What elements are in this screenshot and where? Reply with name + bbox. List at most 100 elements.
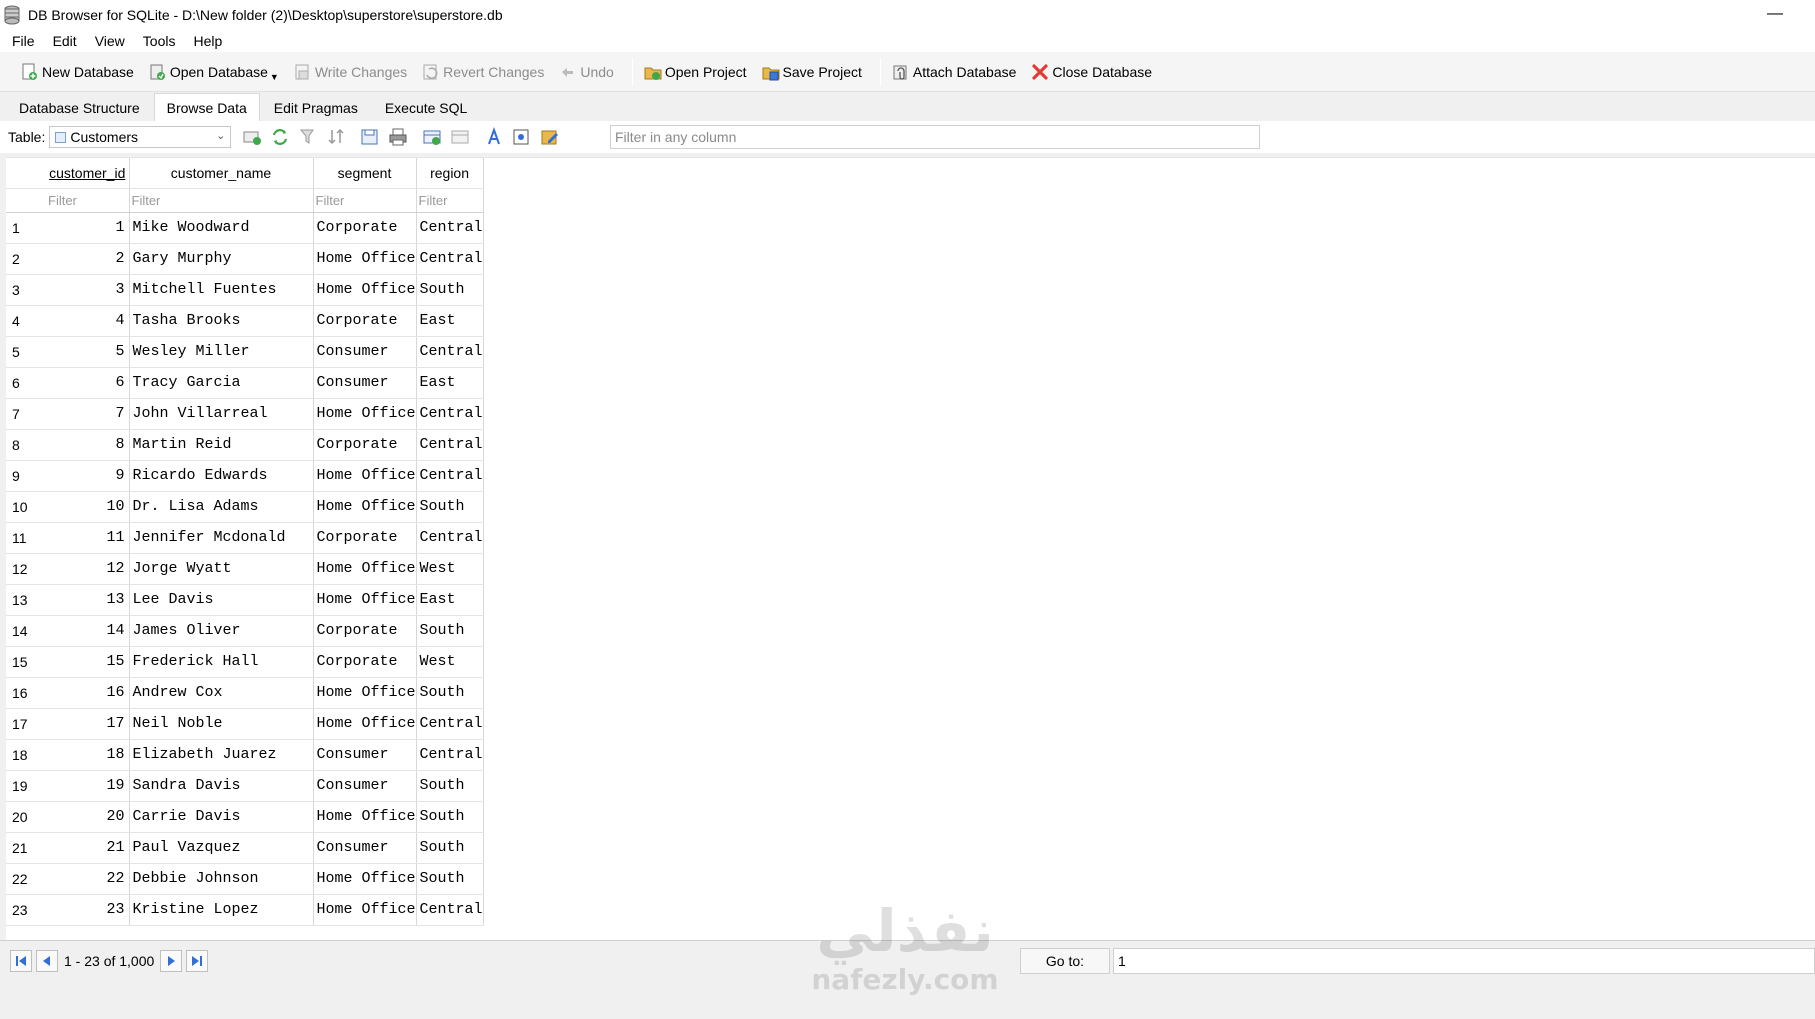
next-record-icon[interactable] — [160, 949, 183, 972]
cell-region[interactable]: South — [416, 491, 484, 523]
edit-display-format-icon[interactable] — [539, 126, 561, 148]
cell-segment[interactable]: Home Office — [313, 491, 417, 523]
cell-region[interactable]: Central — [416, 336, 484, 368]
cell-customer-name[interactable]: Kristine Lopez — [129, 894, 314, 926]
minimize-button[interactable]: — — [1765, 4, 1785, 24]
cell-region[interactable]: South — [416, 801, 484, 833]
close-database-button[interactable]: Close Database — [1028, 58, 1160, 86]
cell-region[interactable]: Central — [416, 398, 484, 430]
cell-region[interactable]: East — [416, 367, 484, 399]
cell-customer-id[interactable]: 1 — [46, 212, 130, 244]
write-changes-button[interactable]: Write Changes — [291, 58, 415, 86]
attach-database-button[interactable]: Attach Database — [889, 58, 1025, 86]
table-row[interactable]: 1 1 Mike Woodward Corporate Central — [6, 212, 484, 244]
cell-customer-id[interactable]: 22 — [46, 863, 130, 895]
table-row[interactable]: 2 2 Gary Murphy Home Office Central — [6, 243, 484, 275]
menu-tools[interactable]: Tools — [134, 33, 185, 49]
goto-button[interactable]: Go to: — [1020, 948, 1110, 974]
cell-customer-name[interactable]: Jennifer Mcdonald — [129, 522, 314, 554]
table-row[interactable]: 14 14 James Oliver Corporate South — [6, 615, 484, 647]
tab-browse-data[interactable]: Browse Data — [153, 93, 260, 121]
row-number[interactable]: 8 — [6, 429, 46, 461]
cell-segment[interactable]: Home Office — [313, 863, 417, 895]
cell-region[interactable]: Central — [416, 429, 484, 461]
row-number[interactable]: 1 — [6, 212, 46, 244]
goto-input[interactable] — [1113, 948, 1815, 974]
cell-customer-name[interactable]: Dr. Lisa Adams — [129, 491, 314, 523]
previous-record-icon[interactable] — [36, 949, 58, 972]
refresh-table-icon[interactable] — [241, 126, 263, 148]
table-row[interactable]: 23 23 Kristine Lopez Home Office Central — [6, 894, 484, 926]
table-row[interactable]: 12 12 Jorge Wyatt Home Office West — [6, 553, 484, 585]
filter-segment[interactable] — [313, 189, 416, 211]
cell-customer-name[interactable]: Sandra Davis — [129, 770, 314, 802]
table-row[interactable]: 20 20 Carrie Davis Home Office South — [6, 801, 484, 833]
cell-customer-id[interactable]: 13 — [46, 584, 130, 616]
cell-region[interactable]: Central — [416, 460, 484, 492]
cell-segment[interactable]: Home Office — [313, 801, 417, 833]
row-number[interactable]: 7 — [6, 398, 46, 430]
column-header-region[interactable]: region — [416, 158, 484, 189]
cell-region[interactable]: South — [416, 770, 484, 802]
cell-customer-name[interactable]: Mike Woodward — [129, 212, 314, 244]
cell-segment[interactable]: Corporate — [313, 305, 417, 337]
cell-segment[interactable]: Corporate — [313, 522, 417, 554]
cell-segment[interactable]: Corporate — [313, 646, 417, 678]
cell-customer-name[interactable]: Neil Noble — [129, 708, 314, 740]
table-row[interactable]: 21 21 Paul Vazquez Consumer South — [6, 832, 484, 864]
delete-record-icon[interactable] — [449, 126, 471, 148]
save-project-button[interactable]: Save Project — [759, 58, 870, 86]
cell-segment[interactable]: Corporate — [313, 615, 417, 647]
cell-customer-id[interactable]: 12 — [46, 553, 130, 585]
cell-customer-id[interactable]: 17 — [46, 708, 130, 740]
cell-region[interactable]: East — [416, 305, 484, 337]
menu-edit[interactable]: Edit — [44, 33, 86, 49]
cell-region[interactable]: South — [416, 615, 484, 647]
table-row[interactable]: 18 18 Elizabeth Juarez Consumer Central — [6, 739, 484, 771]
open-project-button[interactable]: Open Project — [641, 58, 755, 86]
row-number[interactable]: 18 — [6, 739, 46, 771]
row-number[interactable]: 13 — [6, 584, 46, 616]
cell-segment[interactable]: Home Office — [313, 894, 417, 926]
menu-view[interactable]: View — [86, 33, 134, 49]
cell-segment[interactable]: Consumer — [313, 739, 417, 771]
cell-customer-name[interactable]: Tracy Garcia — [129, 367, 314, 399]
cell-segment[interactable]: Corporate — [313, 212, 417, 244]
cell-customer-name[interactable]: Andrew Cox — [129, 677, 314, 709]
cell-customer-id[interactable]: 8 — [46, 429, 130, 461]
cell-customer-id[interactable]: 9 — [46, 460, 130, 492]
revert-changes-button[interactable]: Revert Changes — [419, 58, 552, 86]
row-number[interactable]: 20 — [6, 801, 46, 833]
table-row[interactable]: 3 3 Mitchell Fuentes Home Office South — [6, 274, 484, 306]
global-filter-input[interactable] — [610, 125, 1260, 149]
cell-customer-name[interactable]: Ricardo Edwards — [129, 460, 314, 492]
filter-customer-id[interactable] — [46, 189, 128, 211]
filter-customer-name[interactable] — [129, 189, 312, 211]
cell-customer-id[interactable]: 10 — [46, 491, 130, 523]
cell-segment[interactable]: Home Office — [313, 553, 417, 585]
row-number[interactable]: 9 — [6, 460, 46, 492]
tab-database-structure[interactable]: Database Structure — [6, 95, 153, 121]
print-icon[interactable] — [387, 126, 409, 148]
cell-customer-id[interactable]: 11 — [46, 522, 130, 554]
cell-region[interactable]: South — [416, 832, 484, 864]
cell-customer-name[interactable]: Jorge Wyatt — [129, 553, 314, 585]
row-number[interactable]: 3 — [6, 274, 46, 306]
cell-customer-id[interactable]: 20 — [46, 801, 130, 833]
table-select[interactable]: Customers ⌄ — [49, 126, 232, 148]
cell-customer-id[interactable]: 3 — [46, 274, 130, 306]
cell-customer-id[interactable]: 23 — [46, 894, 130, 926]
cell-segment[interactable]: Consumer — [313, 367, 417, 399]
cell-customer-name[interactable]: Tasha Brooks — [129, 305, 314, 337]
tab-edit-pragmas[interactable]: Edit Pragmas — [261, 95, 371, 121]
row-number[interactable]: 23 — [6, 894, 46, 926]
row-number[interactable]: 22 — [6, 863, 46, 895]
cell-region[interactable]: South — [416, 863, 484, 895]
cell-region[interactable]: East — [416, 584, 484, 616]
table-row[interactable]: 5 5 Wesley Miller Consumer Central — [6, 336, 484, 368]
cell-segment[interactable]: Consumer — [313, 336, 417, 368]
row-number[interactable]: 14 — [6, 615, 46, 647]
menu-file[interactable]: File — [3, 33, 44, 49]
table-row[interactable]: 22 22 Debbie Johnson Home Office South — [6, 863, 484, 895]
open-database-button[interactable]: Open Database ▼ — [146, 58, 287, 86]
